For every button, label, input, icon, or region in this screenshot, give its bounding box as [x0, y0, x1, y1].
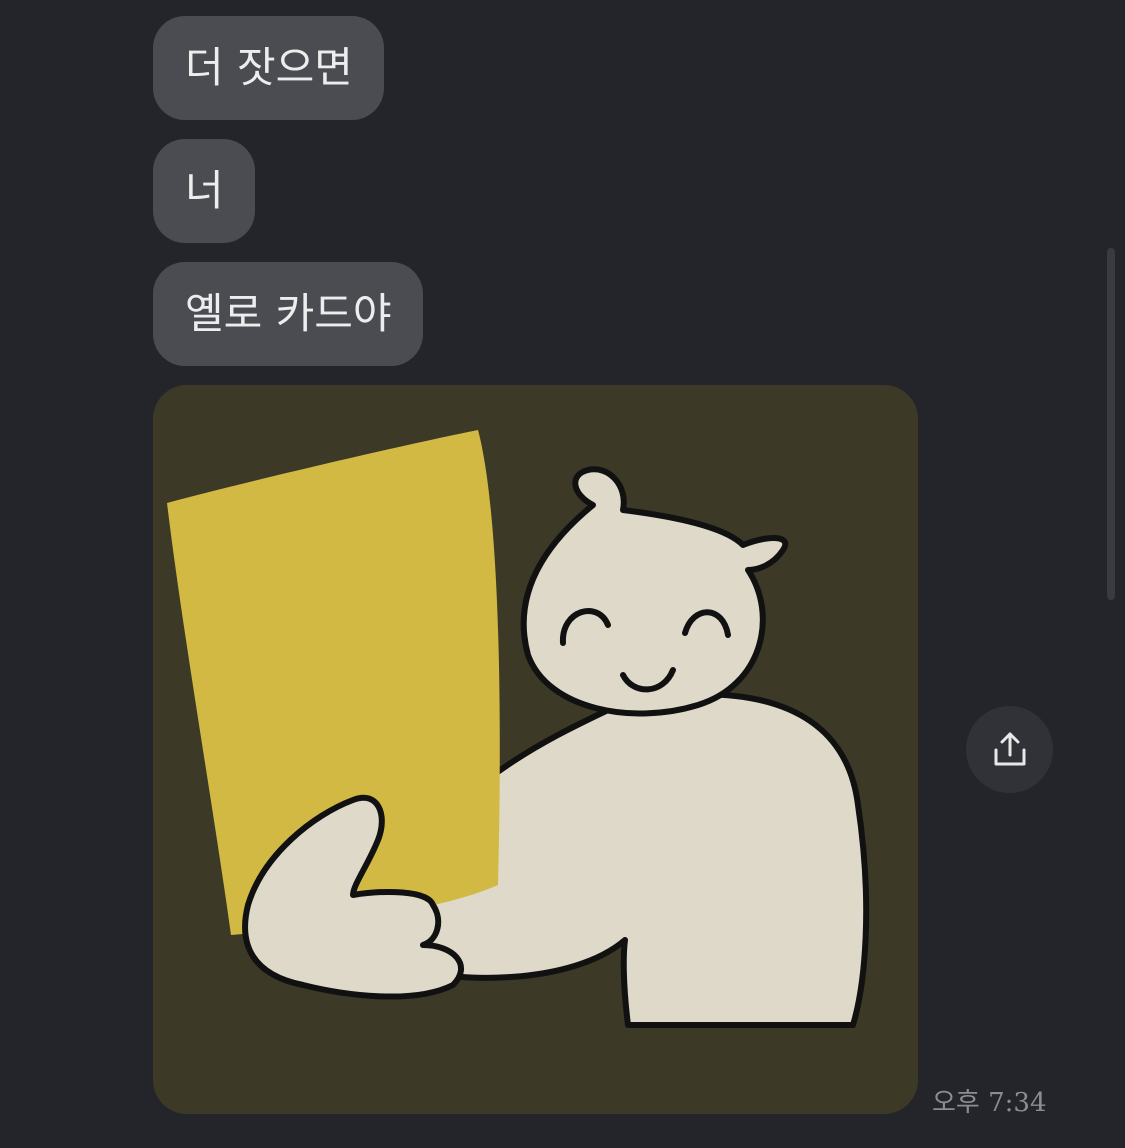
message-bubble[interactable]: 더 잣으면 — [153, 16, 384, 120]
share-upload-icon — [994, 732, 1025, 765]
cat-holding-yellow-card-icon — [153, 385, 918, 1114]
image-message[interactable] — [153, 385, 918, 1114]
share-button[interactable] — [966, 706, 1053, 793]
scrollbar[interactable] — [1107, 248, 1115, 600]
message-timestamp: 오후 7:34 — [932, 1088, 1047, 1118]
message-bubble[interactable]: 너 — [153, 139, 255, 243]
chat-view: 더 잣으면 너 옐로 카드야 오후 7:34 — [0, 0, 1125, 1148]
message-bubble[interactable]: 옐로 카드야 — [153, 262, 423, 366]
